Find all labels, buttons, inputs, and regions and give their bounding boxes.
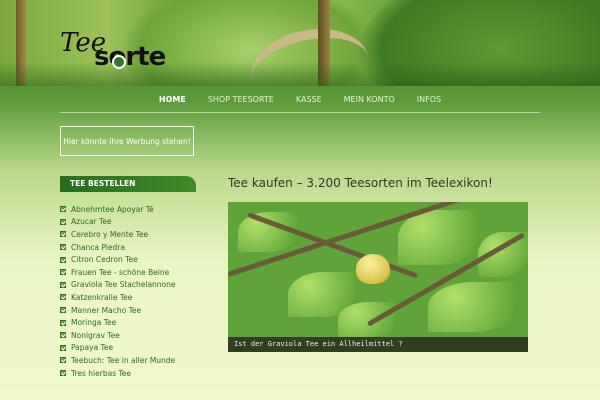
banner-foliage — [0, 62, 600, 86]
slider-fruit — [356, 254, 390, 284]
sidebar-item[interactable]: Graviola Tee Stachelannone — [60, 279, 176, 292]
nav-item-home[interactable]: HOME — [148, 86, 197, 112]
sidebar-item-label: Graviola Tee Stachelannone — [71, 280, 176, 290]
sidebar-product-list: Abnehmtee Apoyar Té Azucar Tee Cerebro y… — [60, 203, 176, 379]
check-bullet-icon — [60, 256, 66, 263]
sidebar-item-label: Citron Cedron Tee — [71, 255, 138, 265]
sidebar-item-label: Tres hierbas Tee — [71, 368, 132, 378]
sidebar-item[interactable]: Teebuch: Tee in aller Munde — [60, 354, 176, 367]
check-bullet-icon — [60, 332, 66, 339]
nav-item-kasse[interactable]: KASSE — [285, 86, 333, 112]
nav-item-infos[interactable]: INFOS — [406, 86, 452, 112]
check-bullet-icon — [60, 269, 66, 276]
check-bullet-icon — [60, 281, 66, 288]
logo-text-sorte: sorte — [94, 42, 166, 72]
sidebar-item-label: Teebuch: Tee in aller Munde — [71, 355, 176, 365]
logo-leaf-icon — [112, 55, 126, 69]
slider-leaf — [398, 210, 478, 265]
sidebar-title: TEE BESTELLEN — [60, 176, 196, 192]
sidebar-item-label: Moringa Tee — [71, 318, 117, 328]
check-bullet-icon — [60, 344, 66, 351]
sidebar-item-label: Cerebro y Mente Tee — [71, 229, 149, 239]
sidebar-item-label: Frauen Tee - schöne Beine — [71, 267, 170, 277]
sidebar-item[interactable]: Azucar Tee — [60, 216, 176, 229]
header-banner: Tee sorte — [0, 0, 600, 86]
check-bullet-icon — [60, 307, 66, 314]
slider-caption[interactable]: Ist der Graviola Tee ein Allheilmittel ? — [228, 337, 528, 352]
sidebar-item-label: Chanca Piedra — [71, 242, 125, 252]
sidebar-item[interactable]: Katzenkralle Tee — [60, 291, 176, 304]
sidebar-item-label: Manner Macho Tee — [71, 305, 142, 315]
page-title: Tee kaufen – 3.200 Teesorten im Teelexik… — [228, 176, 493, 190]
sidebar-item[interactable]: Abnehmtee Apoyar Té — [60, 203, 176, 216]
slider-leaf — [338, 302, 398, 337]
slider-leaf — [428, 282, 518, 332]
check-bullet-icon — [60, 370, 66, 377]
check-bullet-icon — [60, 231, 66, 238]
sidebar-item[interactable]: Nonigrav Tee — [60, 329, 176, 342]
sidebar-item-label: Azucar Tee — [71, 217, 112, 227]
nav-item-shop[interactable]: SHOP TEESORTE — [197, 86, 285, 112]
sidebar-item[interactable]: Tres hierbas Tee — [60, 367, 176, 380]
check-bullet-icon — [60, 319, 66, 326]
sidebar-item-label: Katzenkralle Tee — [71, 292, 133, 302]
check-bullet-icon — [60, 206, 66, 213]
sidebar-item[interactable]: Chanca Piedra — [60, 241, 176, 254]
sidebar-item-label: Abnehmtee Apoyar Té — [71, 204, 154, 214]
sidebar-item[interactable]: Cerebro y Mente Tee — [60, 228, 176, 241]
check-bullet-icon — [60, 244, 66, 251]
sidebar-item[interactable]: Moringa Tee — [60, 316, 176, 329]
sidebar-item[interactable]: Frauen Tee - schöne Beine — [60, 266, 176, 279]
main-navigation: HOME SHOP TEESORTE KASSE MEIN KONTO INFO… — [60, 86, 540, 113]
sidebar-item[interactable]: Manner Macho Tee — [60, 304, 176, 317]
check-bullet-icon — [60, 218, 66, 225]
sidebar-item[interactable]: Papaya Tee — [60, 342, 176, 355]
sidebar-item[interactable]: Citron Cedron Tee — [60, 253, 176, 266]
check-bullet-icon — [60, 357, 66, 364]
image-slider[interactable]: Ist der Graviola Tee ein Allheilmittel ? — [228, 202, 528, 352]
sidebar-item-label: Nonigrav Tee — [71, 330, 120, 340]
nav-item-konto[interactable]: MEIN KONTO — [333, 86, 406, 112]
check-bullet-icon — [60, 294, 66, 301]
sidebar-item-label: Papaya Tee — [71, 343, 114, 353]
ad-placeholder[interactable]: Hier könnte Ihre Werbung stehen! — [60, 126, 194, 156]
